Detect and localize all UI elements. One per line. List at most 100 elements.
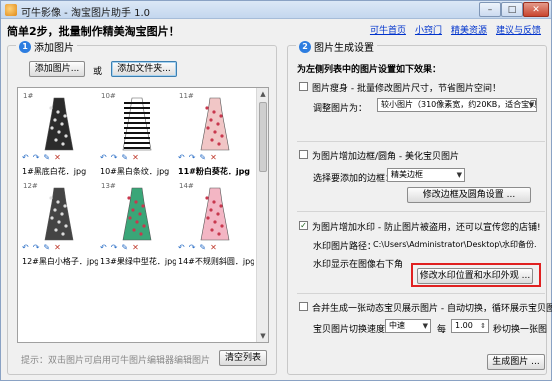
delete-icon[interactable]: ✕ — [210, 153, 217, 162]
scroll-thumb[interactable] — [259, 102, 267, 172]
scroll-up-arrow-icon[interactable]: ▲ — [258, 89, 268, 99]
window-title: 可牛影像 - 淘宝图片助手 1.0 — [21, 8, 151, 19]
add-folder-button[interactable]: 添加文件夹... — [111, 61, 177, 77]
border-style-value: 精美边框 — [391, 170, 423, 179]
slim-label[interactable]: 图片瘦身 - 批量修改图片尺寸，节省图片空间！ — [312, 81, 501, 94]
slideshow-seconds-input[interactable]: 1.00 ⇕ — [451, 319, 489, 333]
slideshow-seconds-suffix: 秒切换一张图 — [493, 325, 548, 335]
link-resources[interactable]: 精美资源 — [451, 23, 487, 36]
thumbnail-actions: ↶ ↷ ✎ ✕ — [100, 243, 139, 252]
title-bar[interactable]: 可牛影像 - 淘宝图片助手 1.0 – □ ✕ — [1, 1, 551, 19]
watermark-label[interactable]: 为图片增加水印 - 防止图片被盗用，还可以宣传您的店铺! — [312, 220, 541, 233]
slideshow-checkbox[interactable] — [299, 302, 308, 311]
close-button[interactable]: ✕ — [523, 2, 549, 17]
link-home[interactable]: 可牛首页 — [370, 23, 406, 36]
rotate-right-icon[interactable]: ↷ — [33, 243, 40, 252]
rotate-left-icon[interactable]: ↶ — [178, 243, 185, 252]
thumbnail-actions: ↶ ↷ ✎ ✕ — [178, 243, 217, 252]
rotate-right-icon[interactable]: ↷ — [33, 153, 40, 162]
edit-border-button[interactable]: 修改边框及圆角设置 ... — [407, 187, 531, 203]
slideshow-speed-value: 中速 — [389, 321, 405, 330]
settings-subtitle: 为左侧列表中的图片设置如下效果： — [297, 65, 442, 75]
delete-icon[interactable]: ✕ — [54, 243, 61, 252]
rotate-left-icon[interactable]: ↶ — [100, 243, 107, 252]
link-feedback[interactable]: 建议与反馈 — [496, 23, 541, 36]
page-header: 简单2步，批量制作精美淘宝图片！ — [7, 25, 180, 38]
link-tips[interactable]: 小窍门 — [415, 23, 442, 36]
thumbnail-filename: 13#果绿中型花．jpg — [100, 257, 176, 266]
delete-icon[interactable]: ✕ — [132, 243, 139, 252]
border-style-select[interactable]: 精美边框 ▼ — [387, 168, 465, 182]
rotate-left-icon[interactable]: ↶ — [100, 153, 107, 162]
delete-icon[interactable]: ✕ — [210, 243, 217, 252]
watermark-checkbox[interactable]: ✓ — [299, 221, 308, 230]
slim-checkbox[interactable] — [299, 82, 308, 91]
add-images-button[interactable]: 添加图片... — [29, 61, 85, 77]
slim-size-value: 较小图片（310像素宽，约20KB，适合宝贝图片） — [381, 100, 537, 109]
maximize-button[interactable]: □ — [501, 2, 523, 17]
rotate-right-icon[interactable]: ↷ — [111, 153, 118, 162]
minimize-button[interactable]: – — [479, 2, 501, 17]
delete-icon[interactable]: ✕ — [132, 153, 139, 162]
watermark-path-value: C:\Users\Administrator\Desktop\水印备份. — [373, 240, 537, 249]
rotate-right-icon[interactable]: ↷ — [189, 153, 196, 162]
add-images-group-title: 1 添加图片 — [16, 39, 77, 54]
chevron-down-icon: ▼ — [456, 171, 462, 179]
rotate-left-icon[interactable]: ↶ — [22, 153, 29, 162]
thumbnail-index: 14# — [179, 182, 194, 190]
spinner-icon[interactable]: ⇕ — [480, 320, 486, 332]
thumbnail-tile[interactable]: 12# ↶ ↷ ✎ ✕ 12#黑白小格子．jpg — [20, 180, 98, 266]
thumbnail-tile[interactable]: 10# ↶ ↷ ✎ ✕ 10#黑白条纹．jpg — [98, 90, 176, 176]
dress-image — [200, 97, 230, 151]
edit-icon[interactable]: ✎ — [43, 243, 50, 252]
thumbnail-index: 10# — [101, 92, 116, 100]
thumbnail-filename: 14#不规则斜圆．jpg — [178, 257, 254, 266]
thumbnail-actions: ↶ ↷ ✎ ✕ — [178, 153, 217, 162]
rotate-right-icon[interactable]: ↷ — [189, 243, 196, 252]
thumbnail-tile[interactable]: 1# ↶ ↷ ✎ ✕ 1#黑底白花．jpg — [20, 90, 98, 176]
edit-icon[interactable]: ✎ — [43, 153, 50, 162]
rotate-right-icon[interactable]: ↷ — [111, 243, 118, 252]
edit-icon[interactable]: ✎ — [199, 243, 206, 252]
thumbnail-actions: ↶ ↷ ✎ ✕ — [22, 243, 61, 252]
dress-image — [44, 97, 74, 151]
rotate-left-icon[interactable]: ↶ — [178, 153, 185, 162]
thumbnail-filename: 10#黑白条纹．jpg — [100, 167, 170, 176]
edit-icon[interactable]: ✎ — [121, 153, 128, 162]
slim-size-select[interactable]: 较小图片（310像素宽，约20KB，适合宝贝图片） ▼ — [377, 98, 537, 112]
rotate-left-icon[interactable]: ↶ — [22, 243, 29, 252]
chevron-down-icon: ▼ — [422, 322, 428, 330]
generate-button[interactable]: 生成图片 ... — [487, 354, 545, 370]
thumbnail-tile[interactable]: 13# ↶ ↷ ✎ ✕ 13#果绿中型花．jpg — [98, 180, 176, 266]
app-window: 可牛影像 - 淘宝图片助手 1.0 – □ ✕ 简单2步，批量制作精美淘宝图片！… — [0, 0, 552, 381]
thumbnail-list[interactable]: 1# ↶ ↷ ✎ ✕ 1#黑底白花．jpg 10# ↶ ↷ ✎ ✕ 10#黑白条纹．jpg 11# ↶ ↷ ✎… — [17, 87, 269, 343]
chevron-down-icon: ▼ — [528, 101, 534, 109]
delete-icon[interactable]: ✕ — [54, 153, 61, 162]
thumbnail-scrollbar[interactable]: ▲ ▼ — [256, 88, 268, 342]
thumbnail-tile[interactable]: 11# ↶ ↷ ✎ ✕ 11#粉白葵花．jpg — [176, 90, 254, 176]
thumbnail-filename: 12#黑白小格子．jpg — [22, 257, 98, 266]
thumbnail-index: 1# — [23, 92, 34, 100]
clear-list-button[interactable]: 清空列表 — [219, 350, 267, 366]
thumbnail-filename: 1#黑底白花．jpg — [22, 167, 87, 176]
step-badge-2: 2 — [299, 40, 311, 53]
thumbnail-actions: ↶ ↷ ✎ ✕ — [22, 153, 61, 162]
slideshow-speed-label: 宝贝图片切换速度： — [313, 325, 395, 335]
slideshow-speed-select[interactable]: 中速 ▼ — [385, 319, 431, 333]
edit-icon[interactable]: ✎ — [121, 243, 128, 252]
thumbnail-tile[interactable]: 14# ↶ ↷ ✎ ✕ 14#不规则斜圆．jpg — [176, 180, 254, 266]
edit-icon[interactable]: ✎ — [199, 153, 206, 162]
thumbnail-index: 12# — [23, 182, 38, 190]
top-links: 可牛首页 小窍门 精美资源 建议与反馈 — [370, 23, 541, 36]
scroll-down-arrow-icon[interactable]: ▼ — [258, 331, 268, 341]
divider — [297, 293, 545, 294]
settings-title: 图片生成设置 — [314, 43, 374, 54]
dress-image — [122, 97, 152, 151]
dress-image — [200, 187, 230, 241]
border-checkbox[interactable] — [299, 150, 308, 159]
watermark-path-label: 水印图片路径： — [313, 242, 377, 252]
hint-text: 提示：双击图片可启用可牛图片编辑器编辑图片 — [21, 356, 211, 366]
step-badge-1: 1 — [19, 40, 31, 53]
slideshow-label[interactable]: 合并生成一张动态宝贝展示图片 - 自动切换，循环展示宝贝图片 — [312, 301, 552, 314]
border-label[interactable]: 为图片增加边框/圆角 - 美化宝贝图片 — [312, 149, 459, 162]
